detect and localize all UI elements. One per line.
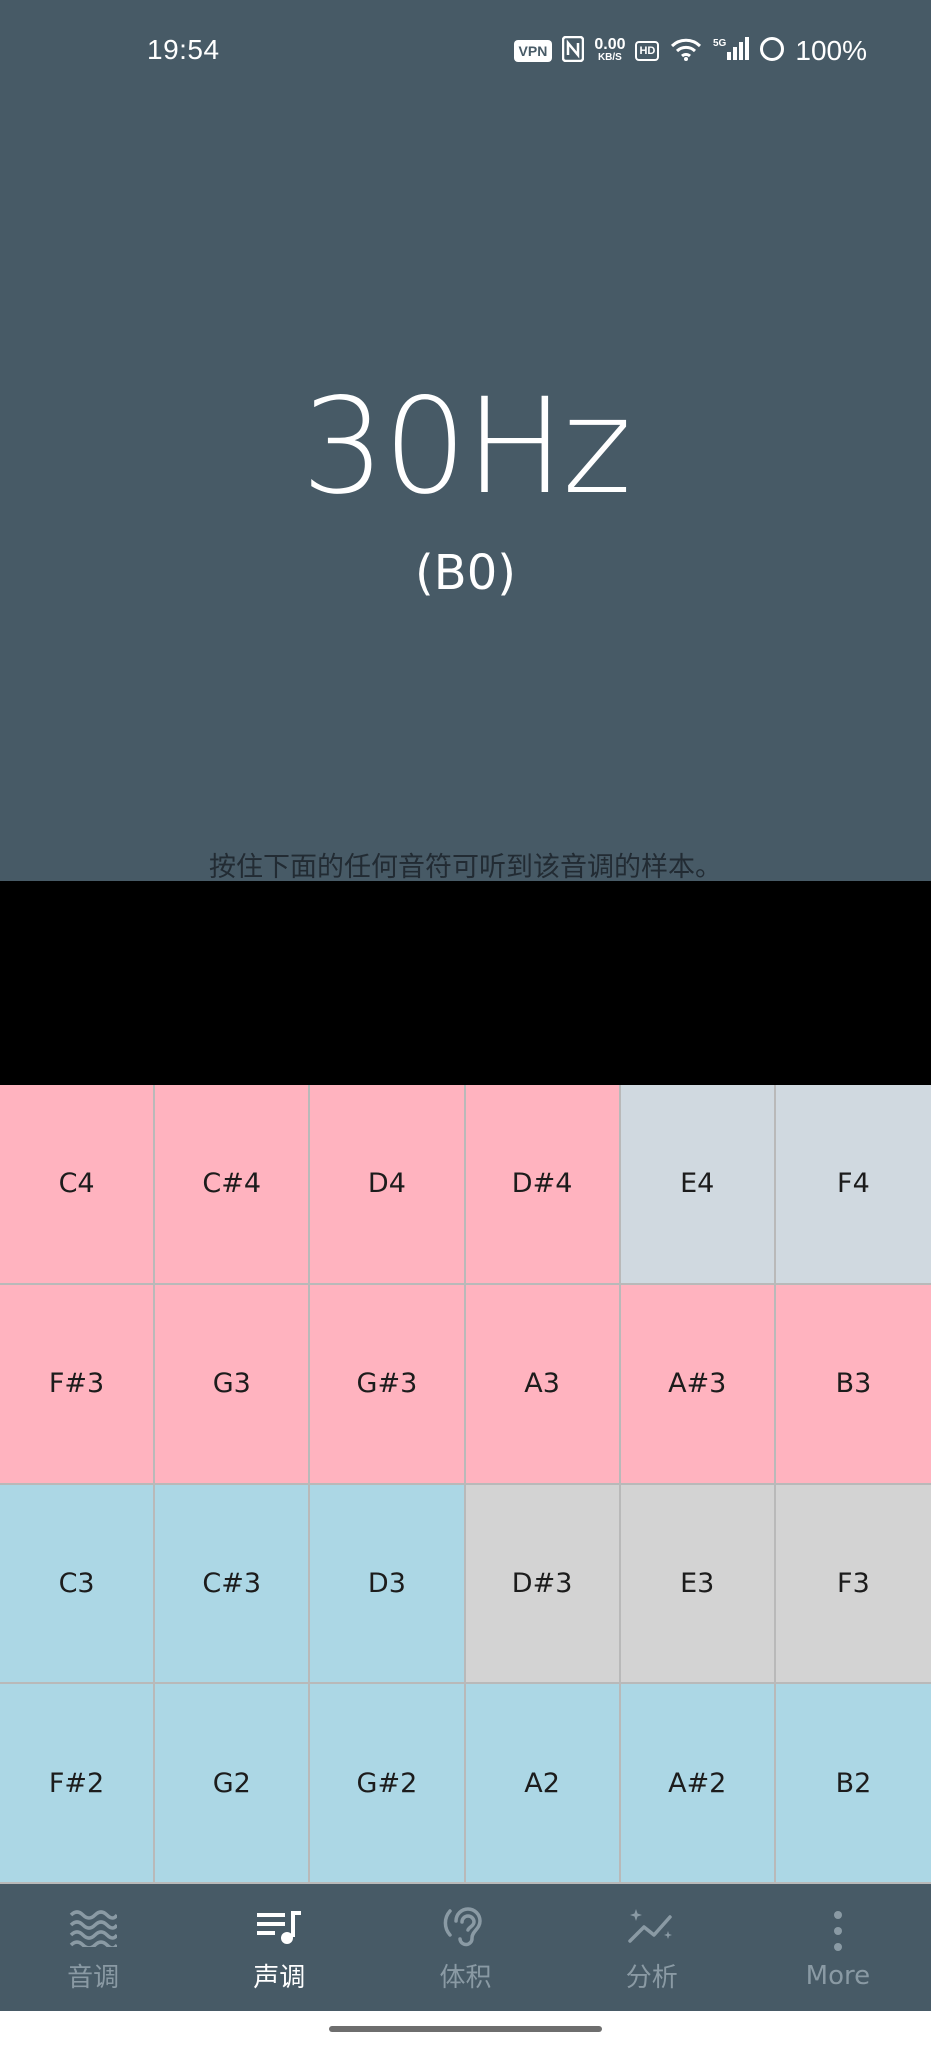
note-key-c-sharp-4[interactable]: C#4 (155, 1085, 311, 1285)
note-key-f-sharp-2[interactable]: F#2 (0, 1684, 156, 1884)
note-key-f-sharp-3[interactable]: F#3 (0, 1284, 156, 1485)
note-key-grid: C4 C#4 D4 D#4 E4 F4 F#3 G3 G#3 A3 A#3 B3 C3 C#3 D3 D#3 E… (0, 1085, 931, 1884)
home-indicator[interactable] (329, 2026, 602, 2032)
note-key-g-sharp-2[interactable]: G#2 (310, 1684, 466, 1884)
ear-icon (440, 1901, 492, 1953)
nav-label-tone: 音调 (67, 1963, 120, 1993)
frequency-display-panel: 19:54 VPN 0.00 KB/S HD 5G 100% 30Hz (B0)… (0, 0, 931, 883)
note-key-f3[interactable]: F3 (775, 1484, 931, 1685)
nav-label-volume: 体积 (439, 1963, 492, 1993)
wifi-icon (669, 36, 703, 66)
note-key-a3[interactable]: A3 (465, 1284, 621, 1485)
note-key-a-sharp-2[interactable]: A#2 (620, 1684, 776, 1884)
net-speed-unit: KB/S (597, 52, 622, 63)
instruction-text: 按住下面的任何音符可听到该音调的样本。 (209, 852, 722, 883)
status-time: 19:54 (147, 34, 220, 65)
note-key-g-sharp-3[interactable]: G#3 (310, 1284, 466, 1485)
hd-icon: HD (635, 41, 660, 61)
note-key-d-sharp-4[interactable]: D#4 (465, 1085, 621, 1285)
battery-ring-icon (759, 36, 785, 66)
black-spacer (0, 881, 931, 1085)
nav-item-more[interactable]: More (745, 1884, 931, 2011)
note-key-g3[interactable]: G3 (155, 1284, 311, 1485)
home-indicator-area (0, 2011, 931, 2048)
note-key-d3[interactable]: D3 (310, 1484, 466, 1685)
status-bar: 19:54 VPN 0.00 KB/S HD 5G 100% (0, 0, 931, 104)
note-key-c4[interactable]: C4 (0, 1085, 156, 1285)
status-icons: VPN 0.00 KB/S HD 5G 100% (513, 34, 867, 68)
note-name: (B0) (415, 545, 516, 601)
nav-item-tone[interactable]: 音调 (0, 1884, 186, 2011)
note-key-b2[interactable]: B2 (775, 1684, 931, 1884)
nav-label-analysis: 分析 (625, 1963, 678, 1993)
battery-level: 100% (795, 35, 867, 66)
note-key-d4[interactable]: D4 (310, 1085, 466, 1285)
signal-5g-icon: 5G (713, 36, 750, 66)
nav-item-pitch[interactable]: 声调 (186, 1884, 372, 2011)
net-speed-value: 0.00 (594, 36, 626, 53)
sparkle-graph-icon (626, 1901, 678, 1953)
note-key-g2[interactable]: G2 (155, 1684, 311, 1884)
frequency-value: 30Hz (301, 370, 632, 524)
note-key-d-sharp-3[interactable]: D#3 (465, 1484, 621, 1685)
note-key-a-sharp-3[interactable]: A#3 (620, 1284, 776, 1485)
vpn-icon: VPN (513, 40, 553, 62)
note-key-e4[interactable]: E4 (620, 1085, 776, 1285)
nav-label-pitch: 声调 (253, 1963, 306, 1993)
music-list-icon (253, 1901, 305, 1953)
more-vertical-icon (812, 1905, 864, 1957)
bottom-navigation: 音调 声调 体积 分析 More (0, 1884, 931, 2011)
net-speed: 0.00 KB/S (594, 36, 626, 64)
note-key-c-sharp-3[interactable]: C#3 (155, 1484, 311, 1685)
note-key-c3[interactable]: C3 (0, 1484, 156, 1685)
waves-icon (67, 1901, 119, 1953)
nav-item-volume[interactable]: 体积 (372, 1884, 558, 2011)
svg-text:5G: 5G (713, 38, 727, 49)
nav-item-analysis[interactable]: 分析 (559, 1884, 745, 2011)
nfc-icon (562, 35, 585, 66)
note-key-b3[interactable]: B3 (775, 1284, 931, 1485)
nav-label-more: More (805, 1960, 871, 1991)
note-key-a2[interactable]: A2 (465, 1684, 621, 1884)
note-key-f4[interactable]: F4 (775, 1085, 931, 1285)
note-key-e3[interactable]: E3 (620, 1484, 776, 1685)
